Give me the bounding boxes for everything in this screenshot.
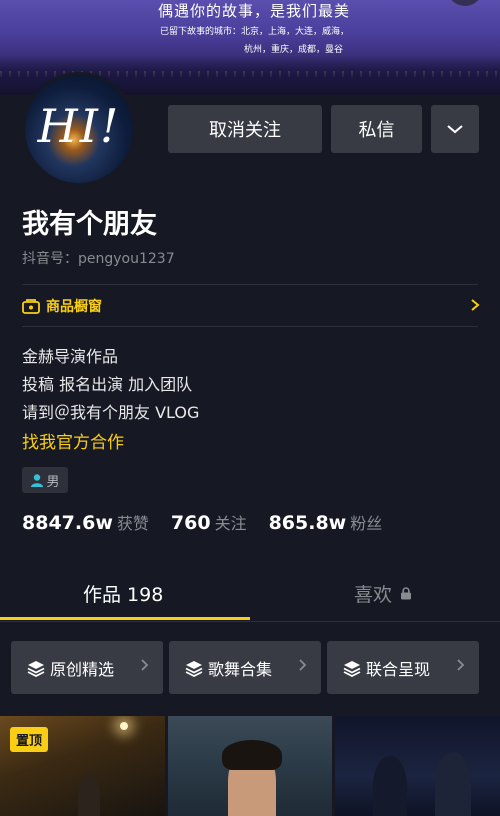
bio-line-3[interactable]: 请到＠我有个朋友 VLOG xyxy=(22,399,199,423)
layers-icon xyxy=(185,660,203,677)
followers-count[interactable]: 865.8w xyxy=(269,512,347,534)
layers-icon xyxy=(27,660,45,677)
chevron-right-icon xyxy=(456,657,465,676)
banner-overlay-circle xyxy=(447,0,483,6)
video-thumbnail[interactable] xyxy=(335,716,500,816)
following-count[interactable]: 760 xyxy=(171,512,211,534)
collection-original-picks[interactable]: 原创精选 xyxy=(11,641,163,694)
message-button[interactable]: 私信 xyxy=(331,105,422,153)
active-tab-indicator xyxy=(0,617,250,620)
shop-window-row[interactable]: 商品橱窗 xyxy=(22,292,480,320)
person-figure xyxy=(78,774,100,816)
shop-icon xyxy=(22,299,40,314)
tab-likes-label: 喜欢 xyxy=(354,584,393,606)
collection-joint-presentation[interactable]: 联合呈现 xyxy=(327,641,479,694)
person-figure xyxy=(373,756,407,816)
tab-works[interactable]: 作品 198 xyxy=(83,580,163,607)
official-cooperation-link[interactable]: 找我官方合作 xyxy=(22,428,124,453)
followers-label[interactable]: 粉丝 xyxy=(350,510,382,534)
chevron-right-icon xyxy=(470,296,480,317)
avatar-text: HI! xyxy=(37,99,121,153)
more-button[interactable] xyxy=(431,105,479,153)
collection-label: 歌舞合集 xyxy=(208,659,273,679)
collection-label: 原创精选 xyxy=(50,659,115,679)
video-thumbnail[interactable]: 置顶 xyxy=(0,716,165,816)
douyin-id: 抖音号：pengyou1237 xyxy=(22,251,175,267)
pinned-badge: 置顶 xyxy=(10,727,49,752)
profile-stats: 8847.6w 获赞 760 关注 865.8w 粉丝 xyxy=(22,510,404,534)
lock-icon xyxy=(401,587,412,600)
likes-count: 8847.6w xyxy=(22,512,113,534)
street-lamp xyxy=(120,722,128,730)
gender-label: 男 xyxy=(46,474,60,490)
following-label[interactable]: 关注 xyxy=(215,510,247,534)
hair-shape xyxy=(222,740,282,770)
video-thumbnail[interactable] xyxy=(168,716,332,816)
banner-headline: 偶遇你的故事，是我们最美 xyxy=(158,2,351,20)
chevron-right-icon xyxy=(298,657,307,676)
avatar[interactable]: HI! xyxy=(22,72,136,186)
likes-label: 获赞 xyxy=(116,514,149,533)
content-tabs: 作品 198 喜欢 xyxy=(0,560,500,622)
bio-line-2: 投稿 报名出演 加入团队 xyxy=(22,375,193,394)
layers-icon xyxy=(343,660,361,677)
divider xyxy=(22,284,478,285)
unfollow-button[interactable]: 取消关注 xyxy=(168,105,322,153)
gender-tag: 男 xyxy=(22,467,68,493)
person-icon xyxy=(31,474,44,487)
collection-label: 联合呈现 xyxy=(366,659,431,679)
tab-likes[interactable]: 喜欢 xyxy=(354,580,412,607)
divider xyxy=(22,326,478,327)
profile-name: 我有个朋友 xyxy=(22,209,157,240)
shop-window-label: 商品橱窗 xyxy=(46,299,102,315)
collection-song-dance[interactable]: 歌舞合集 xyxy=(169,641,321,694)
chevron-right-icon xyxy=(140,657,149,676)
banner-cities-line1: 已留下故事的城市：北京，上海，大连，威海， xyxy=(160,27,350,37)
bio-line-1: 金赫导演作品 xyxy=(22,347,119,366)
person-figure xyxy=(435,752,471,816)
banner-cities-line2: 杭州，重庆，成都，曼谷 xyxy=(244,45,344,55)
chevron-down-icon xyxy=(447,125,463,134)
